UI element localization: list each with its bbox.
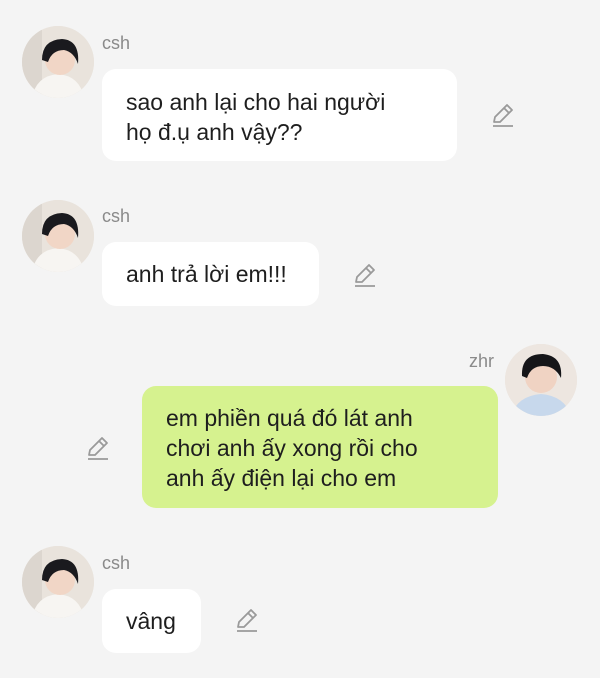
message-bubble[interactable]: vâng <box>102 589 201 653</box>
avatar[interactable] <box>22 26 94 98</box>
avatar[interactable] <box>505 344 577 416</box>
sender-name: csh <box>102 553 131 573</box>
message-bubble[interactable]: em phiền quá đó lát anh chơi anh ấy xong… <box>142 386 498 508</box>
avatar[interactable] <box>22 200 94 272</box>
avatar[interactable] <box>22 546 94 618</box>
message-text: họ đ.ụ anh vậy?? <box>126 119 303 145</box>
message-text: em phiền quá đó lát anh <box>166 405 413 431</box>
edit-icon[interactable] <box>352 262 378 288</box>
message-text: chơi anh ấy xong rồi cho <box>166 435 418 461</box>
edit-icon[interactable] <box>234 607 260 633</box>
edit-icon[interactable] <box>490 102 516 128</box>
sender-name: csh <box>102 33 131 53</box>
message-text: sao anh lại cho hai người <box>126 89 386 115</box>
message-bubble[interactable]: anh trả lời em!!! <box>102 242 319 306</box>
message-text: anh ấy điện lại cho em <box>166 465 397 491</box>
edit-icon[interactable] <box>85 435 111 461</box>
sender-name: csh <box>102 206 131 226</box>
message-bubble[interactable]: sao anh lại cho hai người họ đ.ụ anh vậy… <box>102 69 457 161</box>
message-text: vâng <box>126 608 176 634</box>
sender-name: zhr <box>469 351 495 371</box>
message-text: anh trả lời em!!! <box>126 261 287 287</box>
